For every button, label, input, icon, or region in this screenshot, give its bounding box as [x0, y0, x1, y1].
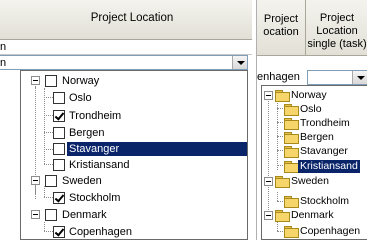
tree-node-copenhagen[interactable]: Copenhagen [262, 224, 367, 240]
checkbox-stavanger[interactable] [53, 143, 65, 155]
tree-node-stockholm[interactable]: Stockholm [21, 190, 247, 206]
folder-icon [284, 104, 299, 116]
header-line: ocation [263, 26, 299, 38]
location-combo[interactable]: n [0, 55, 248, 70]
tree-node-denmark[interactable]: Denmark [262, 208, 367, 224]
tree-label: Bergen [69, 127, 105, 139]
collapse-icon[interactable] [31, 176, 40, 185]
folder-icon [275, 176, 290, 188]
tree-label: Norway [62, 75, 100, 87]
tree-node-norway[interactable]: Norway [21, 73, 247, 89]
tree-label: Sweden [62, 175, 102, 187]
checkbox-sweden[interactable] [45, 175, 57, 187]
checkbox-denmark[interactable] [45, 209, 57, 221]
tree-node-copenhagen[interactable]: Copenhagen [21, 224, 247, 240]
location-tree-dropdown: Norway Oslo Trondheim Bergen Stavanger K… [20, 70, 248, 240]
location-single-tree-dropdown: Norway Oslo Trondheim Bergen Stavanger K… [261, 85, 367, 240]
checkbox-copenhagen[interactable] [53, 226, 65, 238]
folder-icon [284, 132, 299, 144]
tree-label: Oslo [69, 92, 92, 104]
tree-node-trondheim[interactable]: Trondheim [21, 108, 247, 124]
collapse-icon[interactable] [264, 177, 273, 186]
header-line: Location [316, 25, 358, 37]
tree-node-stavanger[interactable]: Stavanger [262, 144, 367, 160]
checkbox-trondheim[interactable] [53, 110, 65, 122]
header-line: Project [263, 13, 299, 25]
tree-node-kristiansand[interactable]: Kristiansand [21, 157, 247, 173]
tree-label: Copenhagen [300, 225, 361, 237]
tree-label: Kristiansand [69, 159, 130, 171]
right-grid-panel: Project ocation Project Location single … [256, 0, 367, 240]
grid-cell-text: n [0, 41, 7, 53]
grid-row[interactable]: n [0, 40, 252, 55]
combo-value: n [0, 57, 7, 69]
folder-icon [284, 146, 299, 158]
tree-label: Norway [291, 89, 327, 101]
tree-label: Denmark [62, 209, 107, 221]
tree-node-sweden[interactable]: Sweden [262, 174, 367, 190]
tree-node-stavanger[interactable]: Stavanger [21, 141, 247, 157]
grid-cell-text: enhagen [257, 71, 300, 83]
tree-label: Stavanger [300, 145, 348, 157]
dropdown-arrow-button[interactable] [232, 56, 247, 69]
tree-label: Copenhagen [69, 226, 133, 238]
tree-label: Trondheim [300, 117, 350, 129]
tree-label: Trondheim [69, 110, 122, 122]
folder-icon [284, 226, 299, 238]
tree-label: Stockholm [300, 195, 350, 207]
location-single-combo[interactable] [307, 70, 367, 85]
tree-node-sweden[interactable]: Sweden [21, 173, 247, 189]
tree-label: Stockholm [69, 192, 121, 204]
dropdown-arrow-button[interactable] [352, 71, 367, 84]
tree-label: Bergen [300, 131, 334, 143]
folder-icon [275, 90, 290, 102]
tree-label: Oslo [300, 103, 322, 115]
tree-node-oslo[interactable]: Oslo [21, 90, 247, 106]
checkbox-stockholm[interactable] [53, 192, 65, 204]
tree-label-selected: Stavanger [67, 142, 247, 156]
collapse-icon[interactable] [264, 211, 273, 220]
checkbox-bergen[interactable] [53, 127, 65, 139]
tree-label: Sweden [291, 175, 329, 187]
checkbox-kristiansand[interactable] [53, 159, 65, 171]
tree-label: Denmark [291, 209, 334, 221]
left-grid-panel: Project Location n n Norway Oslo Trondhe… [0, 0, 252, 240]
column-header-project-location[interactable]: Project Location [0, 0, 252, 40]
tree-node-bergen[interactable]: Bergen [21, 125, 247, 141]
tree-node-kristiansand[interactable]: Kristiansand [262, 159, 367, 175]
collapse-icon[interactable] [31, 210, 40, 219]
column-header-project-location[interactable]: Project ocation [257, 0, 306, 56]
header-line: single (task) [307, 38, 367, 50]
tree-label-selected: Kristiansand [298, 160, 360, 173]
column-header-project-location-single[interactable]: Project Location single (task) [306, 0, 367, 56]
collapse-icon[interactable] [31, 76, 40, 85]
folder-icon [275, 210, 290, 222]
checkbox-oslo[interactable] [53, 92, 65, 104]
folder-icon [284, 196, 299, 208]
folder-icon [284, 118, 299, 130]
tree-node-denmark[interactable]: Denmark [21, 207, 247, 223]
header-line: Project [319, 12, 355, 24]
collapse-icon[interactable] [264, 91, 273, 100]
checkbox-norway[interactable] [45, 75, 57, 87]
column-header-label: Project Location [90, 12, 174, 24]
folder-icon [284, 161, 299, 173]
